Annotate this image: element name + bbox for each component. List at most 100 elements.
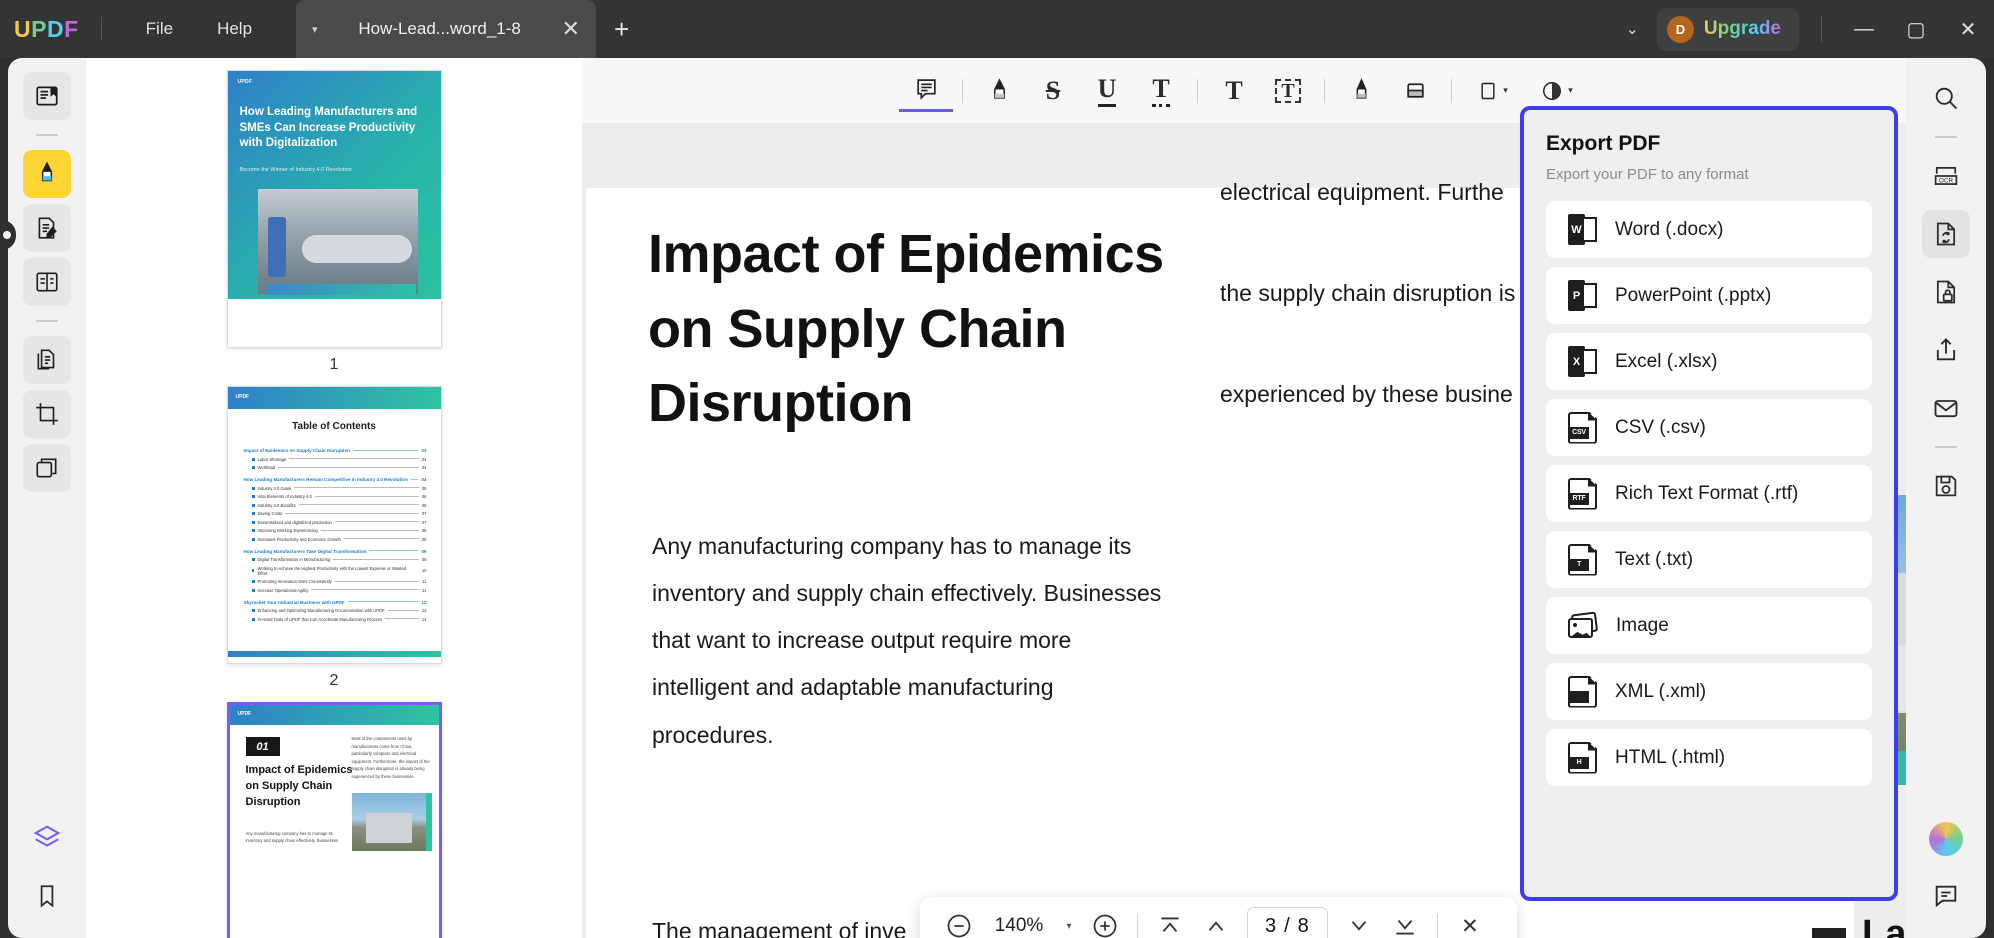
toc-entry-text: Labor Shortage <box>257 456 287 462</box>
ai-assistant-icon[interactable] <box>1929 822 1963 856</box>
toc-entry-text: Skyrocket Your Industrial Business with … <box>243 599 345 605</box>
text-icon-fold <box>1588 543 1597 553</box>
export-format-item[interactable]: RTF Rich Text Format (.rtf) <box>1546 465 1872 522</box>
annotate-highlighter-icon[interactable] <box>23 150 71 198</box>
export-format-item[interactable]: W Word (.docx) <box>1546 201 1872 258</box>
export-format-item[interactable]: H HTML (.html) <box>1546 729 1872 786</box>
text-tool-icon[interactable]: T <box>1207 70 1261 112</box>
export-format-item[interactable]: X Excel (.xlsx) <box>1546 333 1872 390</box>
ocr-icon[interactable]: OCR <box>1922 152 1970 200</box>
close-window-button[interactable]: ✕ <box>1942 17 1994 42</box>
export-panel-title: Export PDF <box>1546 132 1661 155</box>
export-format-item[interactable]: T Text (.txt) <box>1546 531 1872 588</box>
page-thumbnail-panel[interactable]: UPDF How Leading Manufacturers and SMEs … <box>86 58 582 938</box>
toolbar-separator-2 <box>1197 78 1198 103</box>
first-page-button[interactable] <box>1149 905 1191 938</box>
menu-help[interactable]: Help <box>195 13 274 45</box>
close-navigation-toolbar-button[interactable]: ✕ <box>1449 905 1491 938</box>
toc-bullet-icon <box>251 609 255 612</box>
toc-entry-text: Enhancing and Optimizing Manufacturing D… <box>257 608 385 613</box>
menu-file[interactable]: File <box>124 13 195 45</box>
strikethrough-icon[interactable]: S <box>1026 70 1080 112</box>
page-tools-icon[interactable] <box>23 258 71 306</box>
share-icon[interactable] <box>1922 326 1970 374</box>
last-page-button[interactable] <box>1384 905 1426 938</box>
email-icon[interactable] <box>1922 384 1970 432</box>
layers-icon[interactable] <box>23 814 71 862</box>
toc-entry-text: Impact of Epidemics on Supply Chain Disr… <box>243 448 350 453</box>
eraser-icon[interactable] <box>1388 70 1442 112</box>
page-indicator[interactable]: 3 / 8 <box>1247 906 1328 938</box>
batch-icon[interactable] <box>23 444 71 492</box>
next-page-button[interactable] <box>1338 905 1380 938</box>
save-icon[interactable] <box>1922 462 1970 510</box>
export-format-label: Rich Text Format (.rtf) <box>1615 482 1799 504</box>
excel-icon-page <box>1584 349 1597 374</box>
thumbnail-page-2[interactable]: UPDF Table of Contents Impact of Epidemi… <box>226 386 442 690</box>
shape-icon[interactable]: ▾ <box>1461 70 1525 112</box>
toc-page-number: 07 <box>421 519 427 525</box>
export-format-item[interactable]: CSV CSV (.csv) <box>1546 399 1872 456</box>
toc-page-number: 12 <box>421 599 427 605</box>
word-icon-page <box>1584 217 1597 242</box>
toc-entry-text: Workload <box>257 465 276 470</box>
updf-logo: UPDF <box>14 16 79 43</box>
left-rail-bottom <box>23 814 71 938</box>
window-controls-divider <box>1821 16 1822 42</box>
toc-bullet-icon <box>251 520 255 524</box>
underline-glyph: U <box>1097 74 1117 107</box>
toc-title: Table of Contents <box>292 421 376 432</box>
toc-leader-line <box>410 478 419 480</box>
edit-pdf-icon[interactable] <box>23 204 71 252</box>
underline-icon[interactable]: U <box>1080 70 1134 112</box>
crop-icon[interactable] <box>23 390 71 438</box>
cover-footer-band <box>227 299 441 347</box>
page3-header-band <box>229 705 439 725</box>
previous-page-button[interactable] <box>1195 905 1237 938</box>
squiggly-glyph: T <box>1152 74 1170 107</box>
toc-leader-line <box>334 521 419 522</box>
export-format-label: HTML (.html) <box>1615 746 1726 768</box>
squiggly-underline-icon[interactable]: T <box>1134 70 1188 112</box>
thumbnail-page-number: 1 <box>329 356 339 373</box>
upgrade-button[interactable]: D Upgrade <box>1656 7 1799 51</box>
tab-dropdown-caret-icon[interactable]: ▾ <box>312 23 318 36</box>
bookmark-icon[interactable] <box>23 872 71 920</box>
page3-logo: UPDF <box>237 711 252 717</box>
pencil-icon[interactable] <box>1334 70 1388 112</box>
tab-close-icon[interactable]: ✕ <box>562 18 580 40</box>
export-format-item[interactable]: P PowerPoint (.pptx) <box>1546 267 1872 324</box>
minimize-button[interactable]: — <box>1838 18 1890 41</box>
toc-bullet-icon <box>251 486 255 490</box>
highlight-icon[interactable] <box>972 70 1026 112</box>
left-tool-rail <box>8 58 86 938</box>
comment-icon[interactable] <box>1922 872 1970 920</box>
organize-pages-icon[interactable] <box>23 336 71 384</box>
protect-pdf-icon[interactable] <box>1922 268 1970 316</box>
thumbnail-page-3[interactable]: UPDF 01 Impact of Epidemics on Supply Ch… <box>226 702 442 938</box>
text-box-icon[interactable]: T <box>1261 70 1315 112</box>
zoom-level-value[interactable]: 140% <box>984 915 1054 937</box>
chevron-down-icon[interactable]: ⌄ <box>1608 19 1657 39</box>
export-format-item[interactable]: Image <box>1546 597 1872 654</box>
color-caret-icon[interactable]: ▾ <box>1568 85 1573 96</box>
reader-icon[interactable] <box>23 72 71 120</box>
zoom-in-button[interactable] <box>1084 905 1126 938</box>
new-tab-button[interactable]: + <box>614 14 629 45</box>
shape-caret-icon[interactable]: ▾ <box>1503 85 1508 96</box>
document-tab[interactable]: ▾ How-Lead...word_1-8 ✕ <box>296 0 597 58</box>
toc-logo: UPDF <box>235 394 250 400</box>
toc-section-entry: Impact of Epidemics on Supply Chain Disr… <box>244 448 427 453</box>
convert-pdf-icon[interactable] <box>1922 210 1970 258</box>
export-format-item[interactable]: XML (.xml) <box>1546 663 1872 720</box>
zoom-out-button[interactable] <box>938 905 980 938</box>
html-icon-mark: H <box>1569 756 1589 769</box>
maximize-button[interactable]: ▢ <box>1890 17 1942 42</box>
toc-page-number: 12 <box>421 608 427 613</box>
zoom-dropdown-caret-icon[interactable]: ▾ <box>1058 921 1080 932</box>
note-icon[interactable] <box>899 70 953 112</box>
strikethrough-glyph: S <box>1045 75 1061 105</box>
thumbnail-page-1[interactable]: UPDF How Leading Manufacturers and SMEs … <box>226 70 442 374</box>
toc-bullet-icon <box>251 457 255 461</box>
search-icon[interactable] <box>1922 74 1970 122</box>
